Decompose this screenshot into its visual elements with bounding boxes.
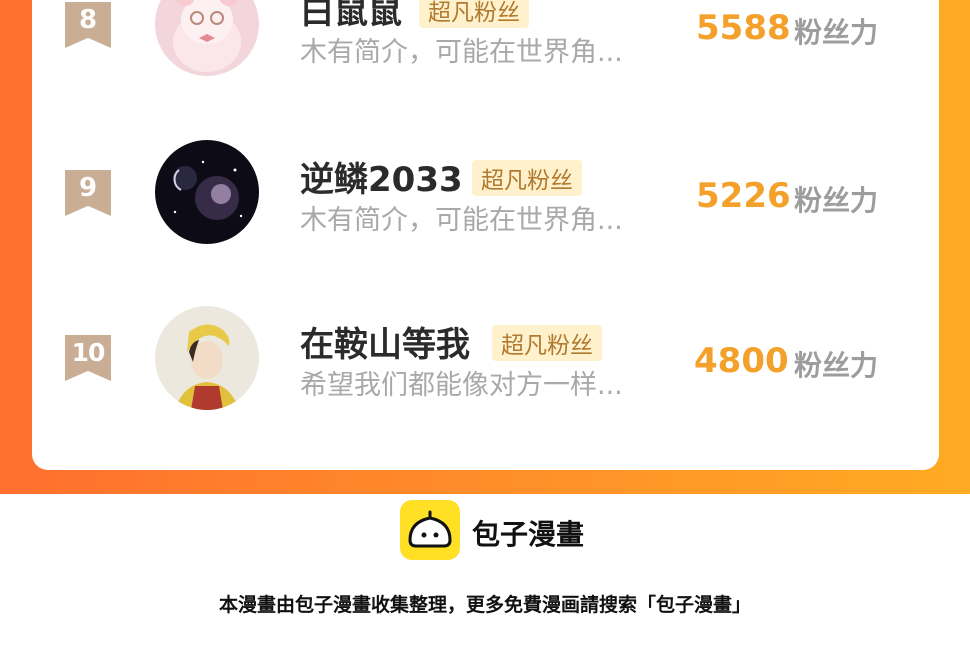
user-avatar[interactable] bbox=[155, 306, 259, 410]
fan-level-badge: 超凡粉丝 bbox=[472, 160, 582, 196]
ranking-card: 8 白鼠鼠 超凡粉丝 木有简介，可能在世界角... 5588 粉丝力 9 逆鳞2… bbox=[32, 0, 939, 470]
user-description: 木有简介，可能在世界角... bbox=[300, 37, 623, 68]
ranking-row[interactable]: 9 逆鳞2033 超凡粉丝 木有简介，可能在世界角... 5226 粉丝力 bbox=[32, 138, 939, 258]
user-name[interactable]: 白鼠鼠 bbox=[300, 0, 402, 33]
rank-ribbon: 8 bbox=[65, 2, 111, 48]
fan-level-badge: 超凡粉丝 bbox=[492, 325, 602, 361]
ranking-row[interactable]: 8 白鼠鼠 超凡粉丝 木有简介，可能在世界角... 5588 粉丝力 bbox=[32, 0, 939, 90]
brand-name: 包子漫畫 bbox=[472, 518, 585, 551]
fan-level-badge: 超凡粉丝 bbox=[419, 0, 529, 28]
user-avatar[interactable] bbox=[155, 140, 259, 244]
pink-bunny-avatar-image bbox=[155, 0, 259, 76]
user-name[interactable]: 在鞍山等我 bbox=[300, 317, 470, 366]
footer-notice: 本漫畫由包子漫畫收集整理，更多免費漫画請搜索「包子漫畫」 bbox=[218, 594, 751, 616]
fan-power-value: 4800 bbox=[694, 341, 789, 381]
yellow-hat-boy-avatar-image bbox=[155, 306, 259, 410]
rank-ribbon: 9 bbox=[65, 170, 111, 216]
fan-power-label: 粉丝力 bbox=[794, 184, 879, 217]
fan-power-value: 5226 bbox=[696, 176, 791, 216]
user-description: 木有简介，可能在世界角... bbox=[300, 205, 623, 236]
user-name[interactable]: 逆鳞2033 bbox=[300, 152, 463, 201]
galaxy-avatar-image bbox=[155, 140, 259, 244]
ranking-row[interactable]: 10 在鞍山等我 超凡粉丝 希望我们都能像对方一样... 4800 粉丝力 bbox=[32, 303, 939, 423]
user-description: 希望我们都能像对方一样... bbox=[300, 370, 623, 401]
fan-power-value: 5588 bbox=[696, 8, 791, 48]
fan-power-label: 粉丝力 bbox=[794, 16, 879, 49]
rank-ribbon: 10 bbox=[65, 335, 111, 381]
fan-power-label: 粉丝力 bbox=[794, 349, 879, 382]
baozi-logo-icon bbox=[400, 500, 460, 560]
user-avatar[interactable] bbox=[155, 0, 259, 76]
